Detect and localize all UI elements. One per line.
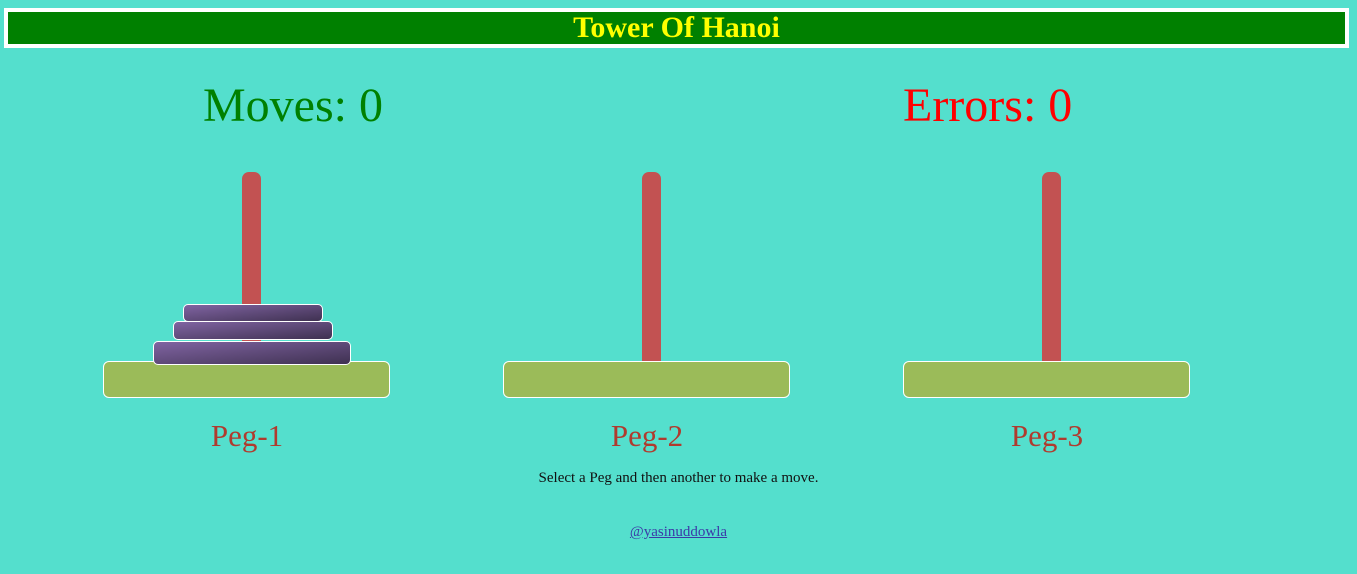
peg-1-label: Peg-1 <box>210 418 284 453</box>
disk-small[interactable] <box>183 304 323 322</box>
peg-3-rod[interactable] <box>1042 172 1061 366</box>
header-bar: Tower Of Hanoi <box>4 8 1349 48</box>
peg-1-base[interactable] <box>103 361 390 398</box>
page-title: Tower Of Hanoi <box>573 11 780 44</box>
instructions-text: Select a Peg and then another to make a … <box>538 470 819 486</box>
disk-medium[interactable] <box>173 321 333 340</box>
peg-3[interactable] <box>903 172 1191 400</box>
errors-counter: Errors: 0 <box>903 79 1073 132</box>
peg-2-base[interactable] <box>503 361 790 398</box>
peg-3-base[interactable] <box>903 361 1190 398</box>
credit: @yasinuddowla <box>0 524 1357 541</box>
peg-2-rod[interactable] <box>642 172 661 366</box>
peg-2[interactable] <box>503 172 791 400</box>
header-banner: Tower Of Hanoi <box>8 11 1345 44</box>
author-link[interactable]: @yasinuddowla <box>630 524 727 540</box>
peg-2-label: Peg-2 <box>610 418 684 453</box>
disk-large[interactable] <box>153 341 351 365</box>
moves-counter: Moves: 0 <box>203 79 383 132</box>
peg-3-label: Peg-3 <box>1010 418 1084 453</box>
peg-1[interactable] <box>103 172 391 400</box>
